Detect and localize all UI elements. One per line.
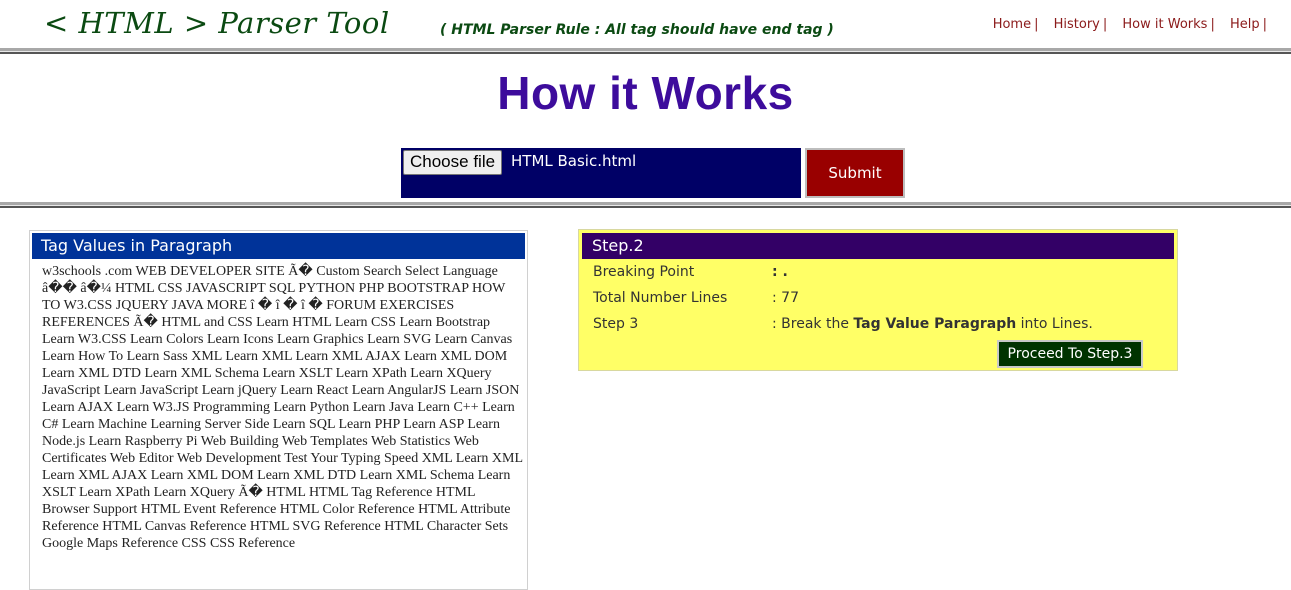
step-3-description: : Break the Tag Value Paragraph into Lin… (772, 316, 1093, 332)
content-divider (0, 202, 1291, 208)
breaking-point-label: Breaking Point (593, 264, 695, 280)
page-title: How it Works (497, 67, 794, 119)
tag-values-paragraph: w3schools .com WEB DEVELOPER SITE Ã� Cus… (42, 264, 523, 551)
tag-values-panel: Tag Values in Paragraph w3schools .com W… (29, 230, 528, 590)
nav-separator: | (1102, 17, 1108, 32)
nav-how-it-works-link[interactable]: How it Works (1122, 17, 1207, 32)
step-panel-title: Step.2 (582, 233, 1174, 259)
step-3-suffix: into Lines. (1016, 316, 1093, 332)
nav-separator: | (1262, 17, 1267, 32)
file-upload-box: Choose file HTML Basic.html (401, 148, 801, 198)
top-bar: < HTML > Parser Tool ( HTML Parser Rule … (0, 0, 1291, 48)
brand-logo[interactable]: < HTML > Parser Tool (44, 6, 390, 40)
breaking-point-value: : . (772, 264, 788, 280)
header-divider (0, 48, 1291, 54)
step-3-prefix: : Break the (772, 316, 854, 332)
nav-separator: | (1034, 17, 1039, 32)
step-panel: Step.2 Breaking Point : . Total Number L… (578, 229, 1178, 371)
selected-file-name: HTML Basic.html (511, 152, 637, 170)
parser-rule-note: ( HTML Parser Rule : All tag should have… (440, 22, 834, 38)
submit-button[interactable]: Submit (805, 148, 905, 198)
nav-home-link[interactable]: Home (993, 17, 1031, 32)
step-3-label: Step 3 (593, 316, 639, 332)
choose-file-button[interactable]: Choose file (403, 150, 503, 175)
nav-history-link[interactable]: History (1054, 17, 1100, 32)
proceed-step-3-button[interactable]: Proceed To Step.3 (997, 340, 1143, 368)
nav-separator: | (1210, 17, 1215, 32)
tag-values-panel-title: Tag Values in Paragraph (32, 233, 525, 259)
step-3-bold-term: Tag Value Paragraph (853, 316, 1017, 332)
total-lines-value: : 77 (772, 290, 799, 306)
nav-help-link[interactable]: Help (1230, 17, 1260, 32)
total-lines-label: Total Number Lines (593, 290, 728, 306)
top-nav: Home | History | How it Works | Help | (982, 17, 1267, 32)
